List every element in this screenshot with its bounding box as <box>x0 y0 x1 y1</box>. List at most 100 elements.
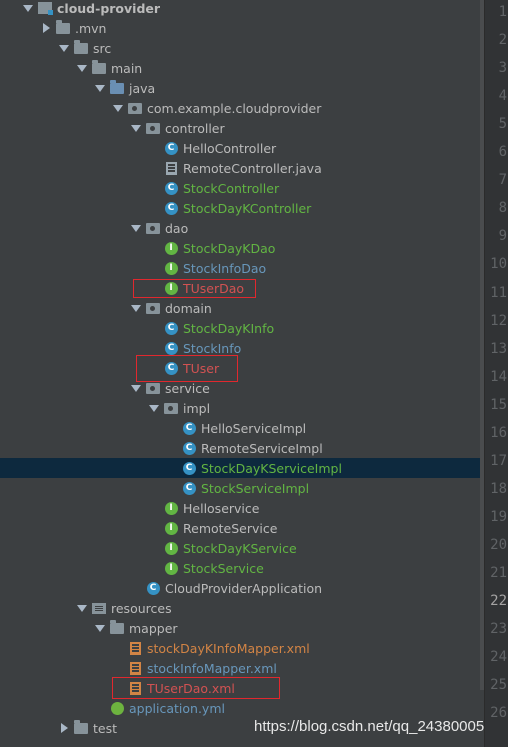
interface-icon: I <box>164 561 178 575</box>
folder-icon <box>74 39 88 55</box>
tree-item-service[interactable]: service <box>0 378 480 398</box>
tree-item-dao[interactable]: dao <box>0 218 480 238</box>
tree-item-label: HelloController <box>183 140 277 156</box>
tree-item-cloud-provider[interactable]: cloud-provider <box>0 0 480 18</box>
tree-item-label: test <box>93 720 118 736</box>
chevron-down-icon[interactable] <box>130 302 142 314</box>
tree-item-label: RemoteService <box>183 520 278 536</box>
line-number: 12 <box>490 312 507 329</box>
tree-item-label: impl <box>183 400 211 416</box>
project-tree: cloud-provider .mvn src main java com.example… <box>0 0 480 747</box>
interface-icon: I <box>164 521 178 535</box>
tree-item-java[interactable]: java <box>0 78 480 98</box>
tree-item-stockinfo[interactable]: C StockInfo <box>0 338 480 358</box>
chevron-down-icon[interactable] <box>130 222 142 234</box>
source-folder-icon <box>110 79 124 95</box>
tree-item-application-yml[interactable]: application.yml <box>0 698 480 718</box>
tree-item-stockinfodao[interactable]: I StockInfoDao <box>0 258 480 278</box>
tree-item-label: domain <box>165 300 212 316</box>
tree-item-label: RemoteServiceImpl <box>201 440 323 456</box>
tree-item-main[interactable]: main <box>0 58 480 78</box>
tree-item-resources[interactable]: resources <box>0 598 480 618</box>
tree-item-label: java <box>129 80 156 96</box>
tree-item-mapper[interactable]: mapper <box>0 618 480 638</box>
class-icon: C <box>182 421 196 435</box>
line-number: 10 <box>490 256 507 273</box>
chevron-down-icon[interactable] <box>22 2 34 14</box>
class-icon: C <box>164 201 178 215</box>
tree-item-impl[interactable]: impl <box>0 398 480 418</box>
tree-item-com-example-cloudprovider[interactable]: com.example.cloudprovider <box>0 98 480 118</box>
chevron-down-icon[interactable] <box>76 602 88 614</box>
tree-item-src[interactable]: src <box>0 38 480 58</box>
package-icon <box>146 381 160 395</box>
tree-item-domain[interactable]: domain <box>0 298 480 318</box>
interface-icon: I <box>164 501 178 515</box>
class-icon: C <box>182 481 196 495</box>
line-number: 2 <box>498 32 507 49</box>
tree-item-label: mapper <box>129 620 178 636</box>
class-icon: C <box>164 341 178 355</box>
tree-item-stockdaykinfomapper-xml[interactable]: stockDayKInfoMapper.xml <box>0 638 480 658</box>
line-number: 26 <box>490 705 507 722</box>
line-number: 14 <box>490 368 507 385</box>
tree-item-controller[interactable]: controller <box>0 118 480 138</box>
tree-item-label: .mvn <box>75 20 107 36</box>
tree-item-label: dao <box>165 220 189 236</box>
line-number: 5 <box>498 116 507 133</box>
highlight-box-tuser <box>136 355 238 382</box>
package-icon <box>128 101 142 115</box>
line-number: 25 <box>490 677 507 694</box>
tree-item-tuser[interactable]: C TUser <box>0 358 480 378</box>
tree-item-helloservice[interactable]: I Helloservice <box>0 498 480 518</box>
package-icon <box>164 401 178 415</box>
resources-folder-icon <box>92 601 106 615</box>
tree-item-stockdaykservice[interactable]: I StockDayKService <box>0 538 480 558</box>
chevron-down-icon[interactable] <box>94 622 106 634</box>
chevron-down-icon[interactable] <box>112 102 124 114</box>
tree-item-label: cloud-provider <box>57 0 161 16</box>
tree-item-stockdaykcontroller[interactable]: C StockDayKController <box>0 198 480 218</box>
tree-item-stockdaykserviceimpl[interactable]: C StockDayKServiceImpl <box>0 458 480 478</box>
tree-item-cloudproviderapplication[interactable]: C CloudProviderApplication <box>0 578 480 598</box>
chevron-down-icon[interactable] <box>130 382 142 394</box>
class-icon: C <box>182 461 196 475</box>
tree-item-mvn[interactable]: .mvn <box>0 18 480 38</box>
tree-item-stockcontroller[interactable]: C StockController <box>0 178 480 198</box>
tree-item-label: service <box>165 380 210 396</box>
chevron-down-icon[interactable] <box>130 122 142 134</box>
chevron-down-icon[interactable] <box>148 402 160 414</box>
tree-item-stockinfomapper-xml[interactable]: stockInfoMapper.xml <box>0 658 480 678</box>
tree-item-label: com.example.cloudprovider <box>147 100 322 116</box>
line-number: 3 <box>498 60 507 77</box>
chevron-down-icon[interactable] <box>94 82 106 94</box>
line-number: 7 <box>498 172 507 189</box>
chevron-right-icon[interactable] <box>40 22 52 34</box>
line-number: 17 <box>490 452 507 469</box>
tree-item-label: resources <box>111 600 172 616</box>
chevron-down-icon[interactable] <box>76 62 88 74</box>
line-number: 6 <box>498 144 507 161</box>
line-number: 19 <box>490 508 507 525</box>
line-number: 22 <box>490 593 507 610</box>
folder-icon <box>56 19 70 35</box>
tree-item-stockdaykdao[interactable]: I StockDayKDao <box>0 238 480 258</box>
line-number: 11 <box>490 284 507 301</box>
line-number: 18 <box>490 480 507 497</box>
line-number: 23 <box>490 621 507 638</box>
tree-item-label: application.yml <box>129 700 225 716</box>
tree-item-helloserviceimpl[interactable]: C HelloServiceImpl <box>0 418 480 438</box>
tree-item-remoteservice[interactable]: I RemoteService <box>0 518 480 538</box>
tree-item-remotecontroller-java[interactable]: RemoteController.java <box>0 158 480 178</box>
tree-item-label: StockDayKService <box>183 540 297 556</box>
tree-item-stockdaykinfo[interactable]: C StockDayKInfo <box>0 318 480 338</box>
tree-item-remoteserviceimpl[interactable]: C RemoteServiceImpl <box>0 438 480 458</box>
line-number: 16 <box>490 424 507 441</box>
chevron-right-icon[interactable] <box>58 722 70 734</box>
module-icon <box>38 1 53 15</box>
package-icon <box>146 221 160 235</box>
tree-item-stockserviceimpl[interactable]: C StockServiceImpl <box>0 478 480 498</box>
tree-item-hellocontroller[interactable]: C HelloController <box>0 138 480 158</box>
tree-item-stockservice[interactable]: I StockService <box>0 558 480 578</box>
chevron-down-icon[interactable] <box>58 42 70 54</box>
